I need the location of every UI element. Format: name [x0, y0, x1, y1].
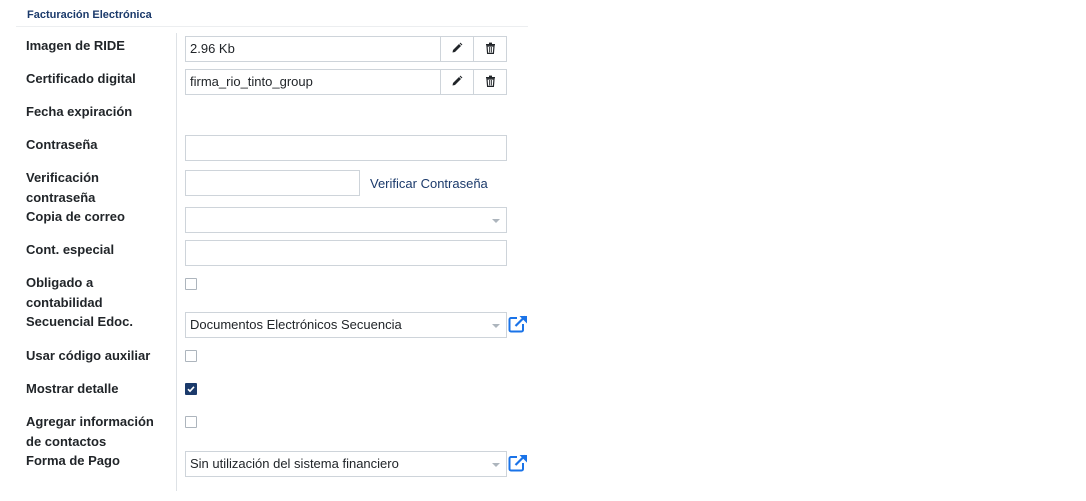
- obligado-label-line1: Obligado a: [26, 275, 94, 290]
- obligado-checkbox[interactable]: [185, 278, 197, 290]
- imagen-ride-label: Imagen de RIDE: [26, 38, 125, 53]
- verificar-contrasena-button[interactable]: Verificar Contraseña: [370, 176, 488, 191]
- usar-codigo-checkbox[interactable]: [185, 350, 197, 362]
- verificacion-label-line2: contraseña: [26, 189, 96, 205]
- certificado-label: Certificado digital: [26, 71, 136, 86]
- imagen-ride-edit-button[interactable]: [441, 36, 474, 62]
- agregar-info-checkbox[interactable]: [185, 416, 197, 428]
- certificado-widget: firma_rio_tinto_group: [185, 69, 507, 95]
- secuencial-select[interactable]: Documentos Electrónicos Secuencia: [185, 312, 507, 338]
- external-link-icon: [508, 454, 528, 475]
- chevron-down-icon: [492, 324, 500, 328]
- secuencial-external-link[interactable]: [508, 315, 528, 333]
- obligado-label-line2: contabilidad: [26, 294, 103, 310]
- verificacion-input[interactable]: [185, 170, 360, 196]
- trash-icon: [485, 42, 496, 57]
- cont-especial-input[interactable]: [185, 240, 507, 266]
- trash-icon: [485, 75, 496, 90]
- agregar-info-label-line1: Agregar información: [26, 414, 154, 429]
- section-divider: [16, 26, 528, 27]
- label-column-divider: [176, 33, 177, 491]
- verificacion-label: Verificación contraseña: [26, 168, 166, 207]
- forma-pago-label: Forma de Pago: [26, 453, 120, 468]
- forma-pago-select[interactable]: Sin utilización del sistema financiero: [185, 451, 507, 477]
- imagen-ride-widget: 2.96 Kb: [185, 36, 507, 62]
- copia-correo-select[interactable]: [185, 207, 507, 233]
- contrasena-label: Contraseña: [26, 137, 98, 152]
- pencil-icon: [451, 75, 463, 90]
- imagen-ride-field[interactable]: 2.96 Kb: [185, 36, 441, 62]
- check-icon: [187, 386, 195, 393]
- secuencial-label: Secuencial Edoc.: [26, 314, 133, 329]
- imagen-ride-delete-button[interactable]: [474, 36, 507, 62]
- agregar-info-label: Agregar información de contactos: [26, 412, 166, 451]
- verificacion-label-line1: Verificación: [26, 170, 99, 185]
- mostrar-detalle-checkbox[interactable]: [185, 383, 197, 395]
- obligado-label: Obligado a contabilidad: [26, 273, 166, 312]
- fecha-expiracion-label: Fecha expiración: [26, 104, 133, 119]
- mostrar-detalle-label: Mostrar detalle: [26, 381, 119, 396]
- secuencial-value: Documentos Electrónicos Secuencia: [190, 317, 402, 332]
- forma-pago-external-link[interactable]: [508, 454, 528, 472]
- usar-codigo-label: Usar código auxiliar: [26, 348, 151, 363]
- certificado-field[interactable]: firma_rio_tinto_group: [185, 69, 441, 95]
- contrasena-input[interactable]: [185, 135, 507, 161]
- forma-pago-value: Sin utilización del sistema financiero: [190, 456, 399, 471]
- agregar-info-label-line2: de contactos: [26, 433, 107, 449]
- pencil-icon: [451, 42, 463, 57]
- certificado-edit-button[interactable]: [441, 69, 474, 95]
- cont-especial-label: Cont. especial: [26, 242, 115, 257]
- chevron-down-icon: [492, 463, 500, 467]
- chevron-down-icon: [492, 219, 500, 223]
- section-title: Facturación Electrónica: [27, 9, 152, 21]
- copia-correo-label: Copia de correo: [26, 209, 125, 224]
- external-link-icon: [508, 315, 528, 336]
- certificado-delete-button[interactable]: [474, 69, 507, 95]
